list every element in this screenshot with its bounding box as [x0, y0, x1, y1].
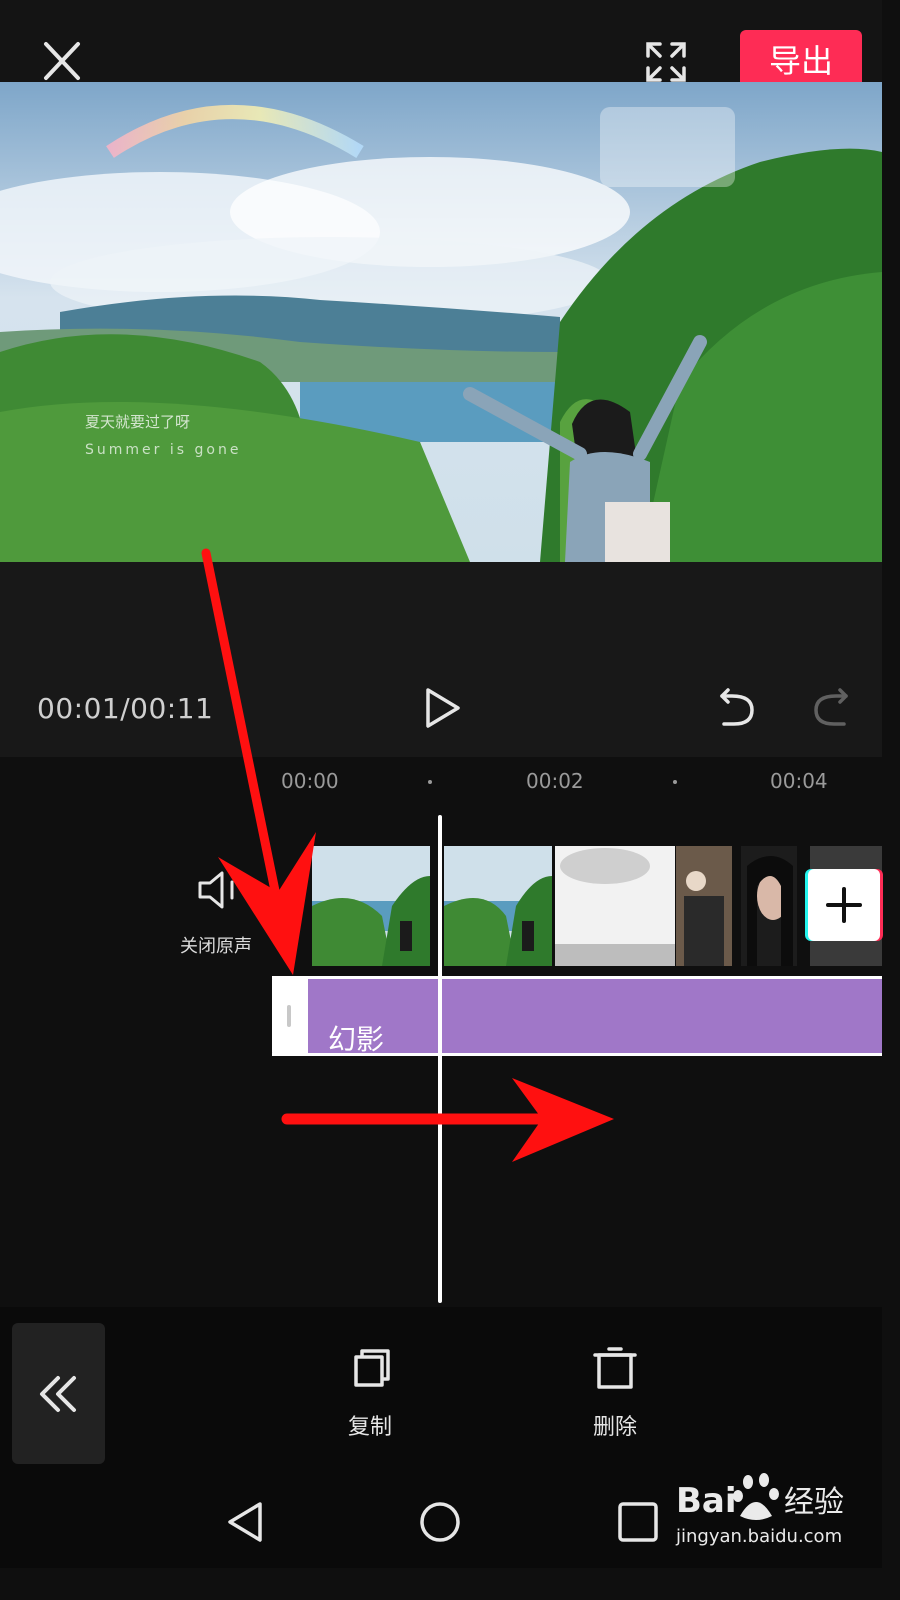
nav-recents-icon[interactable] — [616, 1500, 660, 1544]
nav-home-icon[interactable] — [418, 1500, 462, 1544]
fullscreen-icon[interactable] — [640, 36, 692, 88]
undo-icon[interactable] — [712, 686, 760, 730]
clip-thumbnail[interactable] — [676, 846, 732, 966]
nav-back-icon[interactable] — [224, 1500, 268, 1544]
video-preview[interactable]: 夏天就要过了呀 Summer is gone — [0, 82, 882, 562]
effect-label: 幻影 — [328, 1023, 385, 1056]
preview-caption-cn: 夏天就要过了呀 — [85, 413, 190, 431]
copy-button[interactable]: 复制 — [330, 1345, 410, 1445]
mute-original-audio-label[interactable]: 关闭原声 — [180, 932, 252, 958]
baidu-jingyan-watermark: Bai 经验 jingyan.baidu.com — [676, 1470, 876, 1560]
delete-icon — [593, 1347, 637, 1389]
watermark-url: jingyan.baidu.com — [676, 1526, 843, 1547]
copy-label: 复制 — [347, 1415, 392, 1440]
clip-thumbnail[interactable] — [444, 846, 552, 966]
delete-label: 删除 — [592, 1415, 637, 1440]
ruler-tick-label: 00:04 — [770, 769, 828, 793]
preview-image: 夏天就要过了呀 Summer is gone — [0, 82, 882, 562]
double-chevron-left-icon — [40, 1376, 76, 1412]
redo-icon[interactable] — [808, 686, 856, 730]
svg-text:经验: 经验 — [784, 1485, 844, 1520]
svg-text:Bai: Bai — [676, 1481, 737, 1521]
ruler-dot — [428, 780, 432, 784]
clip-thumbnail[interactable] — [312, 846, 430, 966]
close-icon[interactable] — [36, 36, 88, 88]
ruler-tick-label: 00:02 — [526, 769, 584, 793]
baidu-logo-icon: Bai 经验 — [676, 1473, 844, 1521]
copy-icon — [354, 1349, 390, 1387]
ruler-dot — [673, 780, 677, 784]
bottom-toolbar — [0, 1307, 882, 1477]
preview-caption-en: Summer is gone — [85, 442, 241, 458]
plus-icon — [826, 887, 862, 923]
clip-thumbnail[interactable] — [741, 846, 797, 966]
time-readout: 00:01/00:11 — [37, 692, 214, 725]
trim-grip — [287, 1005, 291, 1027]
speaker-icon[interactable] — [196, 868, 240, 912]
play-icon[interactable] — [420, 686, 464, 730]
back-button[interactable] — [12, 1323, 105, 1464]
playhead[interactable] — [438, 815, 442, 1303]
ruler-tick-label: 00:00 — [281, 769, 339, 793]
add-clip-button[interactable] — [808, 869, 880, 941]
delete-button[interactable]: 删除 — [575, 1345, 655, 1445]
clip-thumbnail[interactable] — [555, 846, 675, 966]
